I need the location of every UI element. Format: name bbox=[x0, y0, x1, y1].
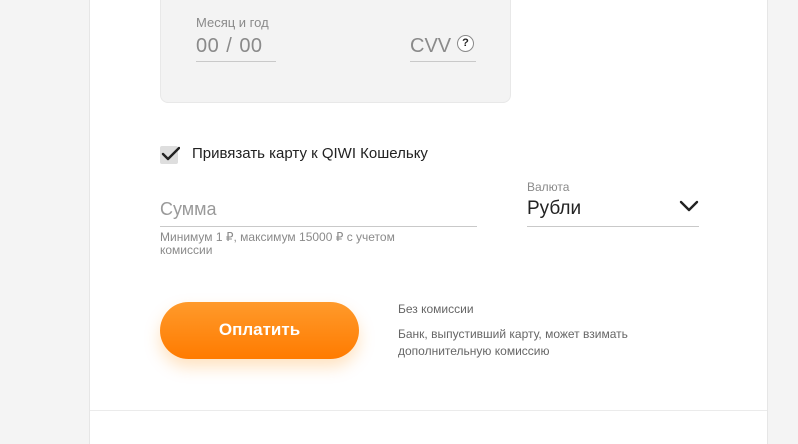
cvv-help-icon[interactable]: ? bbox=[457, 35, 474, 52]
amount-input[interactable]: Сумма bbox=[160, 196, 477, 227]
chevron-down-icon bbox=[679, 200, 699, 212]
expiry-input[interactable]: 00 / 00 bbox=[196, 34, 276, 62]
currency-select[interactable]: Рубли bbox=[527, 196, 699, 227]
link-card-checkbox[interactable] bbox=[160, 146, 180, 164]
expiry-label: Месяц и год bbox=[196, 15, 269, 30]
cvv-placeholder: CVV bbox=[410, 35, 452, 57]
fee-note: Банк, выпустивший карту, может взимать д… bbox=[398, 327, 628, 358]
currency-value: Рубли bbox=[527, 198, 582, 219]
checkmark-icon bbox=[161, 146, 180, 161]
pay-button[interactable]: Оплатить bbox=[160, 302, 359, 359]
expiry-year: 00 bbox=[239, 35, 263, 57]
amount-placeholder: Сумма bbox=[160, 199, 217, 219]
divider bbox=[90, 410, 767, 411]
link-card-label[interactable]: Привязать карту к QIWI Кошельку bbox=[192, 145, 428, 162]
payment-panel: Месяц и год 00 / 00 CVV ? Привязать карту … bbox=[89, 0, 768, 444]
expiry-separator: / bbox=[226, 35, 233, 57]
amount-hint: Минимум 1 ₽, максимум 15000 ₽ с учетом к… bbox=[160, 230, 395, 257]
fee-title: Без комиссии bbox=[398, 302, 474, 316]
expiry-month: 00 bbox=[196, 35, 220, 57]
currency-label: Валюта bbox=[527, 180, 570, 194]
